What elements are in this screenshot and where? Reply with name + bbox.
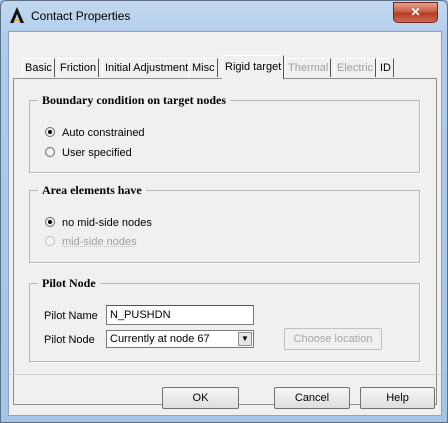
window-title: Contact Properties <box>31 9 131 23</box>
area-elements-group: Area elements have no mid-side nodes mid… <box>29 183 420 263</box>
ansys-logo-icon <box>10 7 24 23</box>
pilot-node-dropdown[interactable]: Currently at node 67 ▼ <box>106 330 254 348</box>
cancel-button[interactable]: Cancel <box>274 387 350 409</box>
rigid-target-panel: Boundary condition on target nodes Auto … <box>13 78 437 405</box>
tab-basic[interactable]: Basic <box>22 58 55 77</box>
radio-label: mid-side nodes <box>62 236 137 248</box>
radio-button-checked[interactable] <box>45 127 55 137</box>
close-button[interactable]: ✕ <box>393 2 438 23</box>
tab-electric: Electric <box>334 58 377 77</box>
area-group-title: Area elements have <box>38 183 146 198</box>
tab-id[interactable]: ID <box>377 58 394 77</box>
chevron-down-icon[interactable]: ▼ <box>238 332 252 346</box>
pilot-group-title: Pilot Node <box>38 276 100 291</box>
tab-rigid-target[interactable]: Rigid target <box>222 55 285 79</box>
title-bar[interactable]: Contact Properties ✕ <box>1 1 447 31</box>
pilot-node-group: Pilot Node Pilot Name Pilot Node Current… <box>29 276 420 362</box>
radio-label: no mid-side nodes <box>62 217 152 229</box>
contact-properties-window: Contact Properties ✕ Basic Friction Init… <box>0 0 448 423</box>
pilot-node-label: Pilot Node <box>44 334 95 346</box>
pilot-name-label: Pilot Name <box>44 310 98 322</box>
help-button[interactable]: Help <box>360 387 435 409</box>
pilot-node-selected: Currently at node 67 <box>110 333 210 345</box>
tab-friction[interactable]: Friction <box>57 58 100 77</box>
radio-button-disabled <box>45 236 55 246</box>
radio-label: User specified <box>62 147 132 159</box>
boundary-condition-group: Boundary condition on target nodes Auto … <box>29 93 420 173</box>
tab-misc[interactable]: Misc <box>189 58 218 77</box>
boundary-group-title: Boundary condition on target nodes <box>38 93 231 108</box>
ok-button[interactable]: OK <box>162 387 239 409</box>
button-bar-separator <box>9 374 441 375</box>
radio-button[interactable] <box>45 147 55 157</box>
pilot-name-input[interactable] <box>106 305 254 325</box>
dialog-client-area: Basic Friction Initial Adjustment Misc R… <box>8 31 442 416</box>
radio-label: Auto constrained <box>62 127 145 139</box>
choose-location-button: Choose location <box>284 328 382 350</box>
radio-button-checked[interactable] <box>45 217 55 227</box>
tab-initial-adjustment[interactable]: Initial Adjustment <box>102 58 192 77</box>
tab-thermal: Thermal <box>285 58 332 77</box>
